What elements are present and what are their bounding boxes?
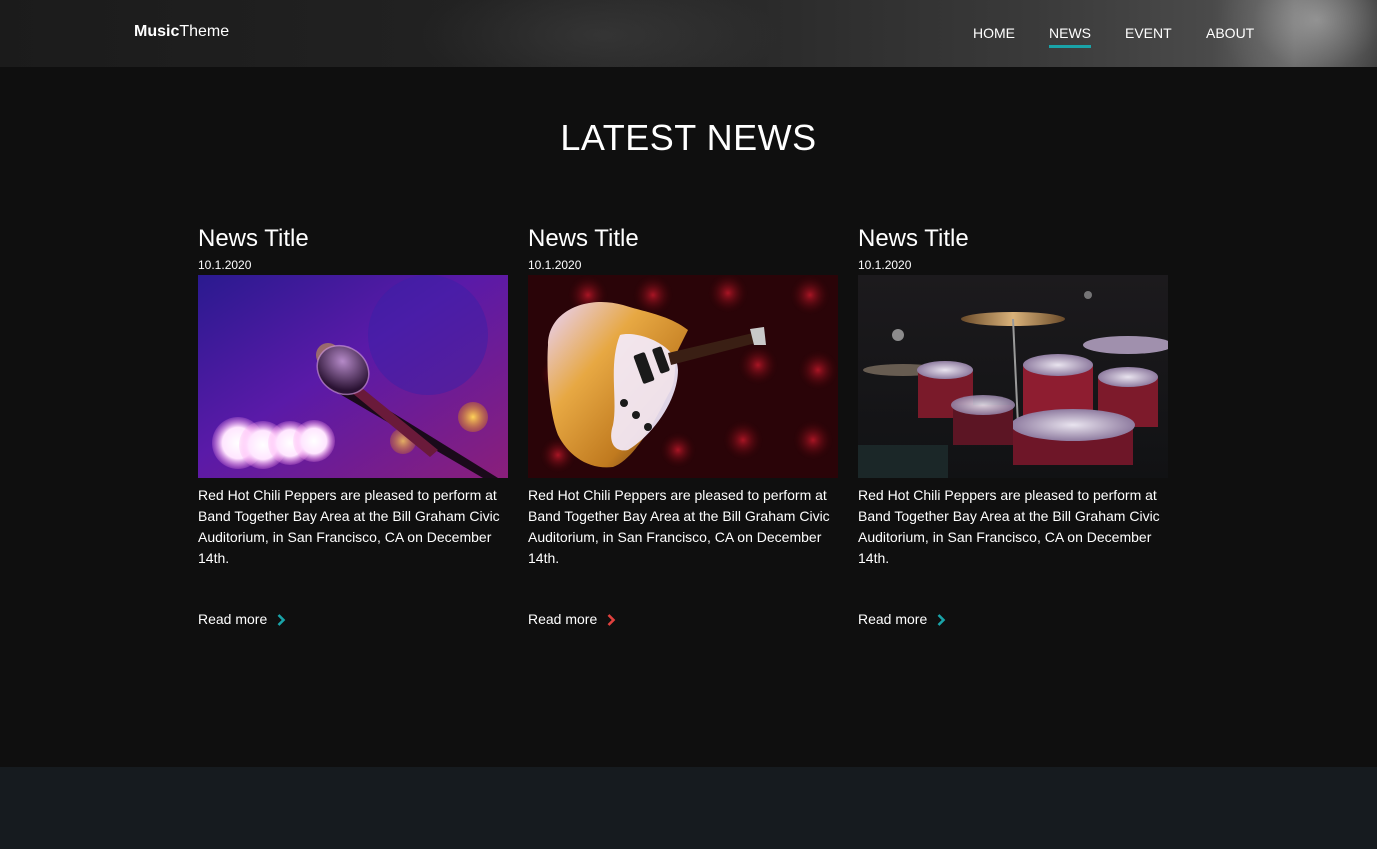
guitar-image[interactable] — [528, 275, 838, 478]
nav-item-event[interactable]: EVENT — [1125, 25, 1172, 41]
read-more-link[interactable]: Read more — [528, 611, 616, 629]
guitar-illustration — [528, 275, 838, 478]
news-title[interactable]: News Title — [858, 226, 1168, 252]
news-date: 10.1.2020 — [528, 258, 582, 272]
nav-item-news[interactable]: NEWS — [1049, 25, 1091, 48]
chevron-right-icon — [937, 613, 946, 629]
read-more-label: Read more — [528, 611, 598, 627]
read-more-label: Read more — [858, 611, 928, 627]
chevron-right-icon — [277, 613, 286, 629]
news-excerpt: Red Hot Chili Peppers are pleased to per… — [198, 487, 500, 566]
read-more-link[interactable]: Read more — [198, 611, 286, 629]
drums-illustration — [858, 275, 1168, 478]
nav-item-home[interactable]: HOME — [973, 25, 1015, 41]
news-date: 10.1.2020 — [858, 258, 912, 272]
nav-item-about[interactable]: ABOUT — [1206, 25, 1254, 41]
chevron-right-icon — [607, 613, 616, 629]
news-excerpt: Red Hot Chili Peppers are pleased to per… — [858, 487, 1160, 566]
news-excerpt: Red Hot Chili Peppers are pleased to per… — [528, 487, 830, 566]
news-card: News Title 10.1.2020 Red Hot Chili Peppe… — [198, 226, 508, 627]
drums-image[interactable] — [858, 275, 1168, 478]
logo-light-text: Theme — [179, 23, 230, 40]
header-background-blur — [420, 0, 780, 67]
site-footer — [0, 767, 1377, 849]
news-title[interactable]: News Title — [198, 226, 508, 252]
site-header: MusicTheme HOME NEWS EVENT ABOUT — [0, 0, 1377, 67]
microphone-illustration — [198, 275, 508, 478]
news-date: 10.1.2020 — [198, 258, 252, 272]
logo-bold-text: Music — [134, 23, 180, 40]
news-title[interactable]: News Title — [528, 226, 838, 252]
read-more-link[interactable]: Read more — [858, 611, 946, 629]
read-more-label: Read more — [198, 611, 268, 627]
site-logo[interactable]: MusicTheme — [134, 23, 229, 41]
section-title: LATEST NEWS — [560, 117, 817, 158]
news-card: News Title 10.1.2020 Red Hot Chili Peppe… — [528, 226, 838, 627]
news-card: News Title 10.1.2020 Red Hot Chili Peppe… — [858, 226, 1168, 627]
microphone-image[interactable] — [198, 275, 508, 478]
